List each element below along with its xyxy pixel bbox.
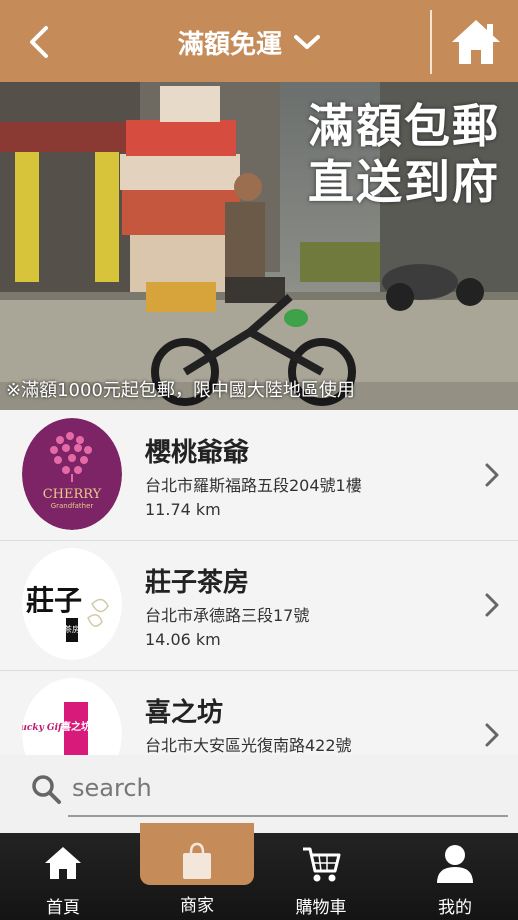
page-title: 滿額免運 xyxy=(178,29,283,60)
search-icon[interactable] xyxy=(30,773,62,805)
banner-note: ※滿額1000元起包郵，限中國大陸地區使用 xyxy=(6,380,355,401)
store-row-cherry[interactable]: CHERRY Grandfather 櫻桃爺爺 台北市羅斯福路五段204號1樓 … xyxy=(0,410,518,541)
shopping-bag-icon xyxy=(183,842,211,879)
store-distance: 11.74 km xyxy=(145,500,221,519)
banner-caption-line2: 直送到府 xyxy=(308,155,500,209)
user-icon xyxy=(437,845,473,883)
store-address: 台北市羅斯福路五段204號1樓 xyxy=(145,476,362,495)
store-distance: 14.06 km xyxy=(145,630,221,649)
home-icon xyxy=(45,847,81,879)
banner-caption: 滿額包郵 直送到府 xyxy=(308,98,500,210)
page-title-dropdown[interactable]: 滿額免運 xyxy=(178,22,322,62)
tab-home-label: 首頁 xyxy=(46,898,80,918)
chevron-right-icon xyxy=(485,463,499,487)
promo-banner[interactable]: 滿額包郵 直送到府 ※滿額1000元起包郵，限中國大陸地區使用 xyxy=(0,82,518,410)
store-list[interactable]: CHERRY Grandfather 櫻桃爺爺 台北市羅斯福路五段204號1樓 … xyxy=(0,410,518,755)
store-address: 台北市承德路三段17號 xyxy=(145,606,310,625)
store-logo-text: 莊子 xyxy=(26,584,82,617)
store-logo-subtext: 茶房 xyxy=(64,624,80,634)
tab-cart-label: 購物車 xyxy=(295,898,347,918)
store-row-zhuangzi[interactable]: 莊子 茶房 莊子茶房 台北市承德路三段17號 14.06 km xyxy=(0,540,518,671)
search-bar xyxy=(0,755,518,833)
store-logo-xizhifang: Lucky Gift! 喜之坊 xyxy=(22,678,122,755)
store-name: 櫻桃爺爺 xyxy=(145,438,250,468)
cart-icon xyxy=(303,847,341,882)
chevron-right-icon xyxy=(485,593,499,617)
store-name: 莊子茶房 xyxy=(145,568,250,598)
search-underline xyxy=(68,815,508,817)
tab-home[interactable]: 首頁 xyxy=(4,833,122,920)
header-divider xyxy=(430,10,432,74)
store-logo-subtext: 喜之坊 xyxy=(61,720,91,733)
back-icon[interactable] xyxy=(18,20,62,64)
store-name: 喜之坊 xyxy=(145,698,224,728)
chevron-down-icon xyxy=(294,35,321,49)
store-logo-zhuangzi: 莊子 茶房 xyxy=(22,548,122,660)
tab-profile[interactable]: 我的 xyxy=(396,833,514,920)
tab-cart[interactable]: 購物車 xyxy=(262,833,380,920)
store-logo-cherry: CHERRY Grandfather xyxy=(22,418,122,530)
banner-caption-line1: 滿額包郵 xyxy=(308,99,500,153)
tab-profile-label: 我的 xyxy=(438,898,472,918)
chevron-right-icon xyxy=(485,723,499,747)
store-address: 台北市大安區光復南路422號 xyxy=(145,736,352,755)
tab-stores-label: 商家 xyxy=(180,896,214,916)
store-logo-text: CHERRY xyxy=(43,487,102,502)
store-row-xizhifang[interactable]: Lucky Gift! 喜之坊 喜之坊 台北市大安區光復南路422號 xyxy=(0,670,518,755)
store-logo-subtext: Grandfather xyxy=(51,502,94,510)
search-input[interactable] xyxy=(70,767,504,809)
home-icon[interactable] xyxy=(448,16,504,68)
tab-stores[interactable]: 商家 xyxy=(140,827,254,916)
top-bar: 滿額免運 xyxy=(0,0,518,82)
bottom-tab-bar: 首頁 商家 購物車 我的 xyxy=(0,827,518,920)
